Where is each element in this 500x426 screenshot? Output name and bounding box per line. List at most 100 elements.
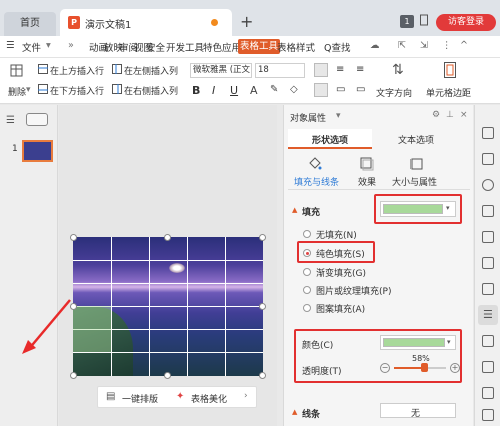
resize-handle-br[interactable] [259, 372, 266, 379]
guest-login-button[interactable]: 访客登录 [436, 14, 496, 31]
slide-thumbnail-1[interactable] [22, 140, 53, 162]
option-no-fill[interactable]: 无填充(N) [316, 228, 357, 241]
sidebar-rotate-icon[interactable] [482, 283, 494, 295]
new-tab-plus-icon[interactable]: + [240, 12, 253, 31]
panel-close-icon[interactable]: × [460, 110, 468, 120]
radio-picture-fill[interactable] [303, 286, 311, 294]
floatbar-chevron-right-icon[interactable]: › [244, 391, 248, 401]
align-left-icon[interactable] [314, 63, 328, 77]
insert-col-left-button[interactable]: 在左侧插入列 [124, 64, 178, 77]
sidebar-shape-icon[interactable] [482, 179, 494, 191]
text-direction-button[interactable]: 文字方向 [376, 86, 412, 99]
transparency-decrease-icon[interactable]: − [380, 363, 390, 373]
outline-icon[interactable]: ☰ [6, 115, 15, 126]
color-dropdown[interactable]: ▾ [380, 335, 456, 350]
sidebar-table-icon[interactable] [482, 335, 494, 347]
window-count-badge[interactable]: 1 [400, 15, 414, 28]
insert-col-right-button[interactable]: 在右侧插入列 [124, 84, 178, 97]
collapse-icon[interactable]: ^ [460, 40, 468, 51]
panel-settings-icon[interactable]: ⚙ [432, 110, 440, 120]
table-beautify-button[interactable]: 表格美化 [191, 392, 227, 405]
resize-handle-mr[interactable] [259, 303, 266, 310]
sidebar-star-icon[interactable] [482, 127, 494, 139]
sidebar-copy-icon[interactable] [482, 153, 494, 165]
more-icon[interactable]: ⋮ [442, 40, 452, 51]
resize-handle-bl[interactable] [70, 372, 77, 379]
menu-features[interactable]: 特色应用 [203, 40, 241, 54]
tab-shape-options[interactable]: 形状选项 [288, 129, 372, 149]
panel-dropdown-icon[interactable]: ▾ [336, 111, 341, 121]
italic-button[interactable]: I [212, 84, 215, 97]
sub-tab-effect[interactable]: 效果 [358, 175, 376, 188]
insert-row-above-button[interactable]: 在上方插入行 [50, 64, 104, 77]
sidebar-properties-active[interactable]: ☰ [478, 305, 498, 325]
delete-button[interactable]: 删除 [8, 85, 26, 98]
panel-title: 对象属性 [290, 114, 327, 124]
menu-developer[interactable]: 开发工具 [166, 40, 204, 54]
font-shape-icon[interactable]: ◇ [290, 84, 298, 95]
window-icon[interactable] [420, 13, 428, 27]
option-pattern-fill[interactable]: 图案填充(A) [316, 302, 365, 315]
panel-pin-icon[interactable]: ⊥ [446, 110, 454, 120]
sidebar-help-icon[interactable] [482, 409, 494, 421]
insert-row-below-button[interactable]: 在下方插入行 [50, 84, 104, 97]
export-icon[interactable]: ⇲ [420, 40, 428, 51]
color-swatch [383, 338, 445, 347]
highlight-icon[interactable]: ✎ [270, 84, 278, 95]
resize-handle-bc[interactable] [164, 372, 171, 379]
sidebar-animation-icon[interactable] [482, 257, 494, 269]
align-center-icon[interactable]: ≡ [336, 64, 344, 75]
radio-pattern-fill[interactable] [303, 304, 311, 312]
line-style-dropdown[interactable]: 无 [380, 403, 456, 419]
sidebar-share-icon[interactable] [482, 387, 494, 399]
resize-handle-tl[interactable] [70, 234, 77, 241]
share-icon[interactable]: ⇱ [398, 40, 406, 51]
sidebar-layout-icon[interactable] [482, 231, 494, 243]
align-middle-icon[interactable]: ▭ [336, 84, 345, 95]
font-size-select[interactable]: 18 [255, 63, 305, 78]
hamburger-menu-icon[interactable]: ☰ [6, 40, 15, 51]
option-picture-fill[interactable]: 图片或纹理填充(P) [316, 284, 391, 297]
sidebar-fill-icon[interactable] [482, 205, 494, 217]
menu-search[interactable]: Q查找 [324, 40, 350, 54]
tab-home[interactable]: 首页 [4, 12, 56, 36]
fill-collapse-icon[interactable]: ▲ [292, 206, 297, 214]
menu-security[interactable]: 安全 [146, 40, 165, 54]
transparency-slider-fill [394, 367, 425, 369]
resize-handle-tr[interactable] [259, 234, 266, 241]
transparency-slider-track[interactable] [394, 363, 446, 372]
one-click-layout-button[interactable]: 一键排版 [122, 392, 158, 405]
tab-text-options[interactable]: 文本选项 [398, 133, 434, 146]
resize-handle-tc[interactable] [164, 234, 171, 241]
table-with-image-fill[interactable] [73, 237, 263, 376]
bold-button[interactable]: B [192, 84, 200, 97]
title-bar: 首页 P 演示文稿1 + 1 访客登录 [0, 0, 500, 36]
align-top-icon[interactable] [314, 83, 328, 97]
menu-file[interactable]: 文件 [22, 40, 41, 54]
menu-table-tools[interactable]: 表格工具 [238, 39, 281, 54]
font-color-icon[interactable]: A [250, 84, 258, 97]
overflow-chevron-icon[interactable]: » [68, 40, 74, 51]
green-filled-cell[interactable] [73, 306, 111, 352]
sub-tab-size-props[interactable]: 大小与属性 [392, 175, 437, 188]
transparency-increase-icon[interactable]: + [450, 363, 460, 373]
align-bottom-icon[interactable]: ▭ [356, 84, 365, 95]
sidebar-export-icon[interactable] [482, 361, 494, 373]
underline-button[interactable]: U [230, 84, 238, 97]
sub-tab-fill-line[interactable]: 填充与线条 [294, 175, 339, 188]
delete-dropdown-icon[interactable]: ▾ [26, 85, 31, 95]
radio-no-fill[interactable] [303, 230, 311, 238]
radio-gradient-fill[interactable] [303, 268, 311, 276]
slides-view-icon[interactable] [26, 113, 48, 126]
chevron-down-icon[interactable]: ▾ [46, 40, 51, 51]
tab-document[interactable]: P 演示文稿1 [60, 9, 232, 36]
option-gradient-fill[interactable]: 渐变填充(G) [316, 266, 366, 279]
menu-table-style[interactable]: 表格样式 [277, 40, 315, 54]
font-name-select[interactable]: 微软雅黑 (正文 [190, 63, 252, 78]
cell-margin-button[interactable]: 单元格边距 [426, 86, 471, 99]
fill-color-dropdown[interactable]: ▾ [380, 201, 456, 217]
transparency-slider-thumb[interactable] [421, 363, 428, 372]
cloud-icon[interactable]: ☁ [370, 40, 380, 51]
align-right-icon[interactable]: ≡ [356, 64, 364, 75]
line-collapse-icon[interactable]: ▲ [292, 408, 297, 416]
